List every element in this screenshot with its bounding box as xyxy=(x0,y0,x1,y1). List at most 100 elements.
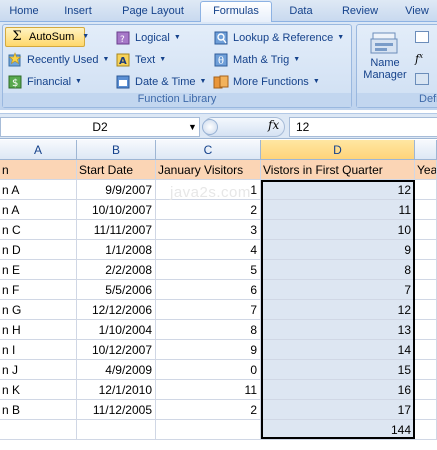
cell-start-date[interactable]: 11/12/2005 xyxy=(77,400,156,420)
financial-button[interactable]: $ Financial ▼ xyxy=(7,72,82,92)
lookup-reference-button[interactable]: Lookup & Reference ▼ xyxy=(213,28,344,48)
cell-january-visitors[interactable]: 0 xyxy=(156,360,261,380)
text-button[interactable]: A Text ▼ xyxy=(115,50,166,70)
total-row-cell-b[interactable] xyxy=(77,420,156,440)
cell-first-quarter[interactable]: 14 xyxy=(261,340,415,360)
tab-page-layout[interactable]: Page Layout xyxy=(116,3,190,22)
cell-name[interactable]: n I xyxy=(0,340,77,360)
cell-start-date[interactable]: 10/10/2007 xyxy=(77,200,156,220)
cell-year[interactable] xyxy=(415,340,437,360)
worksheet-grid[interactable]: A B C D n Start Date January Visitors Vi… xyxy=(0,140,437,450)
cell-first-quarter[interactable]: 12 xyxy=(261,180,415,200)
cell-year[interactable] xyxy=(415,280,437,300)
cell-first-quarter[interactable]: 9 xyxy=(261,240,415,260)
cell-year[interactable] xyxy=(415,320,437,340)
cell-start-date[interactable]: 10/12/2007 xyxy=(77,340,156,360)
cell-january-visitors[interactable]: 4 xyxy=(156,240,261,260)
cell-start-date[interactable]: 5/5/2006 xyxy=(77,280,156,300)
total-row-cell-c[interactable] xyxy=(156,420,261,440)
recently-used-button[interactable]: Recently Used ▼ xyxy=(7,50,109,70)
cell-name[interactable]: n D xyxy=(0,240,77,260)
total-cell[interactable]: 144 xyxy=(261,420,415,440)
column-header-d[interactable]: D xyxy=(261,140,415,160)
cell-january-visitors[interactable]: 2 xyxy=(156,400,261,420)
cell-name[interactable]: n H xyxy=(0,320,77,340)
column-header-b[interactable]: B xyxy=(77,140,156,160)
name-manager-button[interactable]: Name Manager xyxy=(359,27,411,93)
header-cell-start-date[interactable]: Start Date xyxy=(77,160,156,180)
cell-first-quarter[interactable]: 12 xyxy=(261,300,415,320)
date-time-button[interactable]: Date & Time ▼ xyxy=(115,72,206,92)
cell-year[interactable] xyxy=(415,400,437,420)
cell-name[interactable]: n B xyxy=(0,400,77,420)
cell-start-date[interactable]: 9/9/2007 xyxy=(77,180,156,200)
column-header-a[interactable]: A xyxy=(0,140,77,160)
cell-first-quarter[interactable]: 16 xyxy=(261,380,415,400)
name-box-dropdown-icon[interactable]: ▼ xyxy=(188,117,197,137)
cell-january-visitors[interactable]: 5 xyxy=(156,260,261,280)
autosum-button[interactable]: Σ AutoSum ▼ xyxy=(5,27,89,47)
tab-formulas[interactable]: Formulas xyxy=(200,1,272,23)
column-header-c[interactable]: C xyxy=(156,140,261,160)
cell-name[interactable]: n K xyxy=(0,380,77,400)
math-trig-button[interactable]: θ Math & Trig ▼ xyxy=(213,50,300,70)
cell-january-visitors[interactable]: 9 xyxy=(156,340,261,360)
cell-year[interactable] xyxy=(415,220,437,240)
cell-name[interactable]: n F xyxy=(0,280,77,300)
cell-start-date[interactable]: 11/11/2007 xyxy=(77,220,156,240)
cell-year[interactable] xyxy=(415,300,437,320)
column-header-e[interactable] xyxy=(415,140,437,160)
cell-first-quarter[interactable]: 8 xyxy=(261,260,415,280)
header-cell-first-quarter[interactable]: Vistors in First Quarter xyxy=(261,160,415,180)
cell-name[interactable]: n C xyxy=(0,220,77,240)
cell-start-date[interactable]: 12/12/2006 xyxy=(77,300,156,320)
tab-review[interactable]: Review xyxy=(336,3,384,22)
insert-function-icon[interactable]: fx xyxy=(268,118,279,132)
cell-first-quarter[interactable]: 10 xyxy=(261,220,415,240)
cell-year[interactable] xyxy=(415,240,437,260)
cell-year[interactable] xyxy=(415,360,437,380)
cell-name[interactable]: n J xyxy=(0,360,77,380)
formula-bar-resize-handle[interactable] xyxy=(202,119,218,135)
more-functions-button[interactable]: More Functions ▼ xyxy=(213,72,320,92)
cell-first-quarter[interactable]: 15 xyxy=(261,360,415,380)
header-cell-january-visitors[interactable]: January Visitors xyxy=(156,160,261,180)
cell-first-quarter[interactable]: 7 xyxy=(261,280,415,300)
total-row-cell-e[interactable] xyxy=(415,420,437,440)
cell-start-date[interactable]: 1/10/2004 xyxy=(77,320,156,340)
tab-insert[interactable]: Insert xyxy=(56,3,100,22)
cell-january-visitors[interactable]: 2 xyxy=(156,200,261,220)
cell-year[interactable] xyxy=(415,200,437,220)
cell-january-visitors[interactable]: 11 xyxy=(156,380,261,400)
cell-january-visitors[interactable]: 8 xyxy=(156,320,261,340)
tab-data[interactable]: Data xyxy=(282,3,320,22)
define-name-icon[interactable] xyxy=(415,31,429,43)
cell-name[interactable]: n A xyxy=(0,180,77,200)
formula-input[interactable]: 12 xyxy=(289,117,437,137)
cell-january-visitors[interactable]: 3 xyxy=(156,220,261,240)
cell-name[interactable]: n E xyxy=(0,260,77,280)
cell-start-date[interactable]: 4/9/2009 xyxy=(77,360,156,380)
cell-year[interactable] xyxy=(415,260,437,280)
tab-home[interactable]: Home xyxy=(4,3,44,22)
chevron-down-icon[interactable]: ▼ xyxy=(82,27,89,47)
cell-year[interactable] xyxy=(415,180,437,200)
create-from-selection-icon[interactable] xyxy=(415,73,429,85)
cell-start-date[interactable]: 1/1/2008 xyxy=(77,240,156,260)
tab-view[interactable]: View xyxy=(400,3,434,22)
use-in-formula-icon[interactable]: fx xyxy=(415,52,423,66)
cell-start-date[interactable]: 12/1/2010 xyxy=(77,380,156,400)
header-cell-year[interactable]: Yea xyxy=(415,160,437,180)
cell-january-visitors[interactable]: 6 xyxy=(156,280,261,300)
cell-name[interactable]: n A xyxy=(0,200,77,220)
logical-button[interactable]: ? Logical ▼ xyxy=(115,28,181,48)
name-box[interactable]: D2 xyxy=(0,117,200,137)
cell-year[interactable] xyxy=(415,380,437,400)
cell-january-visitors[interactable]: 7 xyxy=(156,300,261,320)
cell-first-quarter[interactable]: 17 xyxy=(261,400,415,420)
cell-first-quarter[interactable]: 11 xyxy=(261,200,415,220)
header-cell-name[interactable]: n xyxy=(0,160,77,180)
total-row-cell-a[interactable] xyxy=(0,420,77,440)
cell-start-date[interactable]: 2/2/2008 xyxy=(77,260,156,280)
cell-name[interactable]: n G xyxy=(0,300,77,320)
